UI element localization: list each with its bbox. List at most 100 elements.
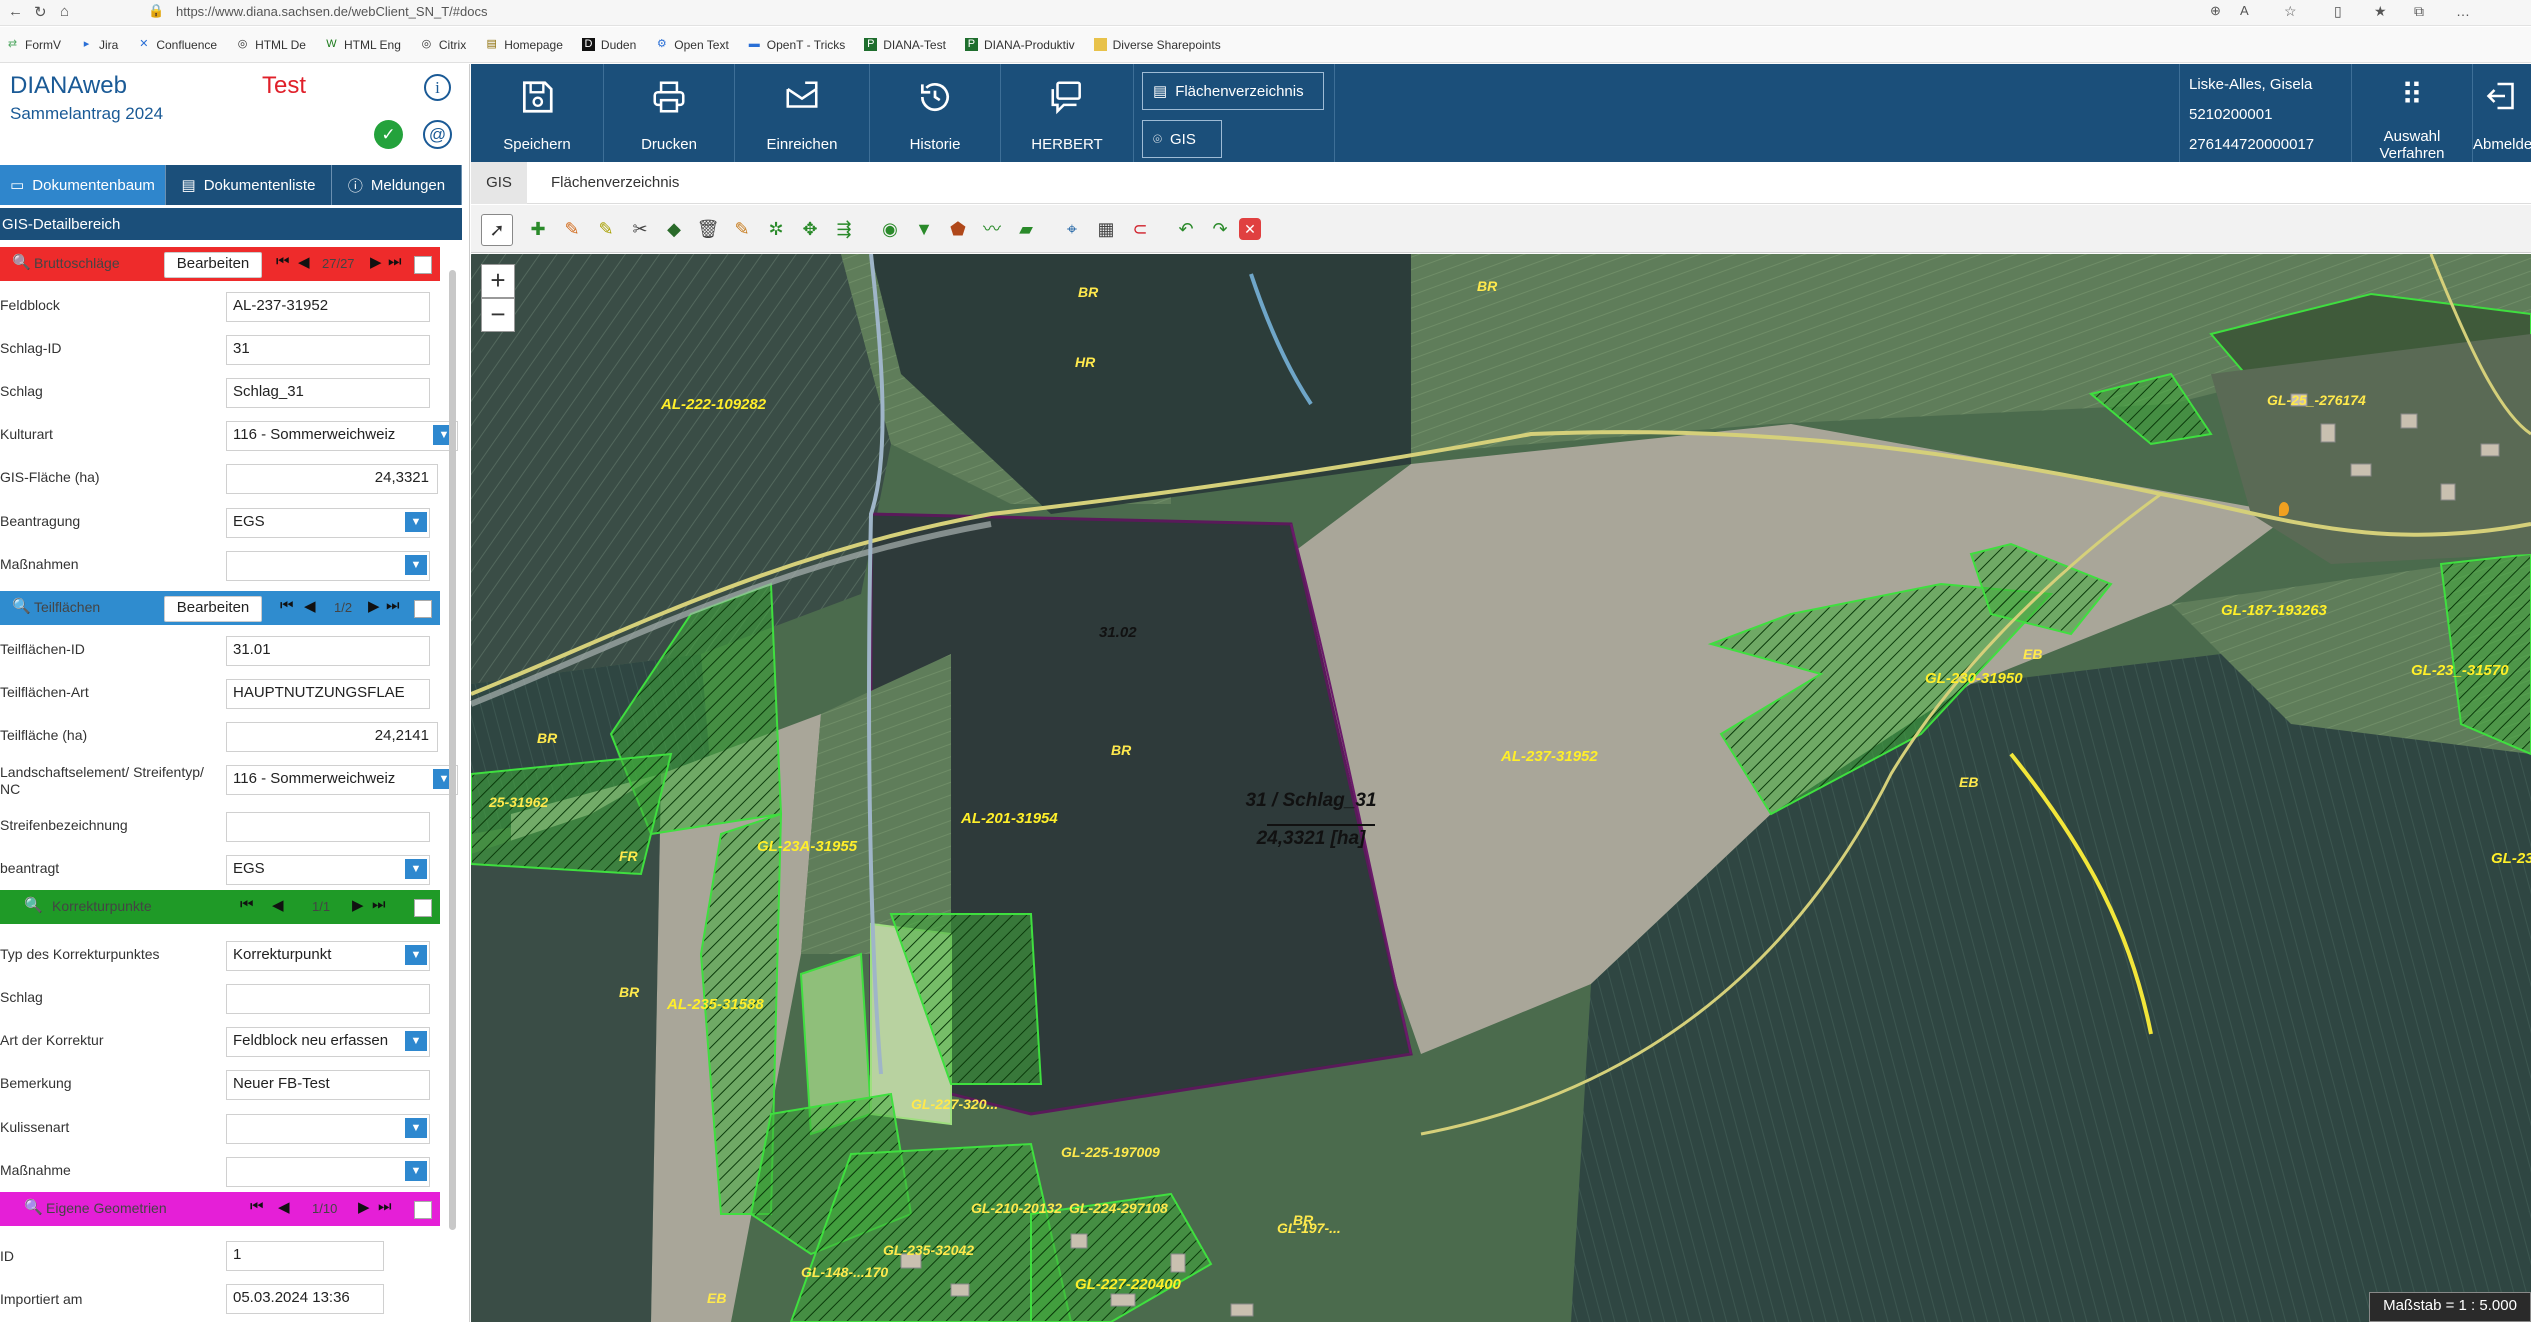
kulissenart-select[interactable]: ▼ [226, 1114, 430, 1144]
submit-button[interactable]: Einreichen [735, 64, 870, 162]
kulturart-select[interactable]: 116 - Sommerweichweiz ▼ [226, 421, 458, 451]
chevron-down-icon[interactable]: ▼ [405, 1031, 427, 1051]
bookmark[interactable]: ◎ HTML De [236, 38, 306, 52]
next-record-icon[interactable]: ▶ [352, 896, 364, 914]
prev-record-icon[interactable]: ◀ [298, 253, 310, 271]
line-icon[interactable]: 〰 [977, 214, 1007, 244]
next-record-icon[interactable]: ▶ [368, 597, 380, 615]
herbert-button[interactable]: HERBERT [1001, 64, 1134, 162]
check-icon[interactable]: ✓ [374, 120, 403, 149]
delete-icon[interactable]: 🗑 [693, 214, 723, 244]
bookmark[interactable]: ✕ Confluence [137, 38, 217, 52]
merge-icon[interactable]: ◆ [659, 214, 689, 244]
bookmark[interactable]: ◎ Citrix [420, 38, 467, 52]
select-all-checkbox[interactable] [414, 600, 432, 618]
massnahme-select[interactable]: ▼ [226, 1157, 430, 1187]
split-view-icon[interactable]: ▯ [2334, 3, 2342, 20]
auswahl-verfahren-button[interactable]: ⠿ Auswahl Verfahren [2351, 64, 2473, 162]
prev-record-icon[interactable]: ◀ [272, 896, 284, 914]
edit-button[interactable]: Bearbeiten [164, 252, 262, 278]
prev-record-icon[interactable]: ◀ [278, 1198, 290, 1216]
bookmark[interactable]: ⚙ Open Text [655, 38, 729, 52]
table-icon[interactable]: ▦ [1091, 214, 1121, 244]
geometry-id-field[interactable]: 1 [226, 1241, 384, 1271]
last-record-icon[interactable]: ⏭ [388, 253, 402, 270]
last-record-icon[interactable]: ⏭ [378, 1198, 392, 1215]
first-record-icon[interactable]: ⏮ [240, 896, 254, 913]
first-record-icon[interactable]: ⏮ [250, 1198, 264, 1215]
beantragung-select[interactable]: EGS ▼ [226, 508, 430, 538]
search-icon[interactable]: 🔍 [12, 253, 31, 271]
zoom-in-button[interactable]: + [481, 264, 515, 298]
bookmark[interactable]: P DIANA-Test [864, 38, 946, 52]
favorite-icon[interactable]: ☆ [2284, 3, 2297, 20]
history-button[interactable]: Historie [870, 64, 1001, 162]
prev-record-icon[interactable]: ◀ [304, 597, 316, 615]
teilflaeche-area-field[interactable]: 24,2141 [226, 722, 438, 752]
print-button[interactable]: Drucken [604, 64, 735, 162]
teilflaechen-art-field[interactable]: HAUPTNUTZUNGSFLAE [226, 679, 430, 709]
tab-dokumentenbaum[interactable]: ▭ Dokumentenbaum [0, 165, 166, 205]
chevron-down-icon[interactable]: ▼ [405, 859, 427, 879]
email-icon[interactable]: @ [423, 120, 452, 149]
add-geometry-icon[interactable]: ✚ [523, 214, 553, 244]
bookmark[interactable]: ▤ Homepage [485, 38, 563, 52]
breadcrumb-flaechenverzeichnis[interactable]: Flächenverzeichnis [551, 162, 679, 204]
back-icon[interactable]: ← [8, 3, 23, 20]
move-icon[interactable]: ✥ [795, 214, 825, 244]
tab-dokumentenliste[interactable]: ▤ Dokumentenliste [166, 165, 332, 205]
chevron-down-icon[interactable]: ▼ [405, 945, 427, 965]
save-button[interactable]: Speichern [471, 64, 604, 162]
bookmark[interactable]: ⇄ FormV [6, 38, 61, 52]
search-icon[interactable]: 🔍 [24, 1198, 43, 1216]
cut-icon[interactable]: ✂ [625, 214, 655, 244]
bookmark[interactable]: ▬ OpenT - Tricks [748, 38, 845, 52]
last-record-icon[interactable]: ⏭ [372, 896, 386, 913]
measure-icon[interactable]: ⌖ [1057, 214, 1087, 244]
favorites-icon[interactable]: ★ [2374, 3, 2387, 20]
zoom-icon[interactable]: ⊕ [2210, 3, 2221, 19]
chevron-down-icon[interactable]: ▼ [405, 555, 427, 575]
area-icon[interactable]: ▰ [1011, 214, 1041, 244]
select-all-checkbox[interactable] [414, 1201, 432, 1219]
flaechenverzeichnis-button[interactable]: ▤ Flächenverzeichnis [1142, 72, 1324, 110]
bookmark[interactable]: D Duden [581, 38, 636, 52]
map-canvas[interactable]: + − AL-222-109282 AL-237-31952 AL-201-31… [471, 254, 2531, 1322]
last-record-icon[interactable]: ⏭ [386, 597, 400, 614]
more-icon[interactable]: … [2456, 3, 2470, 19]
select-pointer-icon[interactable]: ➚ [481, 214, 513, 246]
bookmark[interactable]: P DIANA-Produktiv [964, 38, 1075, 52]
logout-button[interactable]: Abmelden [2473, 64, 2531, 162]
zoom-out-button[interactable]: − [481, 298, 515, 332]
art-der-korrektur-select[interactable]: Feldblock neu erfassen ▼ [226, 1027, 430, 1057]
map-marker-icon[interactable] [2279, 502, 2289, 516]
bookmark-folder[interactable]: ▪ Diverse Sharepoints [1093, 38, 1221, 52]
importiert-am-field[interactable]: 05.03.2024 13:36 [226, 1284, 384, 1314]
cancel-icon[interactable]: ✕ [1239, 218, 1261, 240]
polygon-icon[interactable]: ⬟ [943, 214, 973, 244]
select-all-checkbox[interactable] [414, 256, 432, 274]
bookmark[interactable]: W HTML Eng [325, 38, 401, 52]
vertex-edit-icon[interactable]: ✎ [727, 214, 757, 244]
search-icon[interactable]: 🔍 [24, 896, 43, 914]
search-icon[interactable]: 🔍 [12, 597, 31, 615]
layer-icon[interactable]: ◉ [875, 214, 905, 244]
bookmark[interactable]: ▸ Jira [80, 38, 119, 52]
next-record-icon[interactable]: ▶ [370, 253, 382, 271]
chevron-down-icon[interactable]: ▼ [405, 512, 427, 532]
undo-icon[interactable]: ↶ [1171, 214, 1201, 244]
home-icon[interactable]: ⌂ [60, 3, 69, 20]
layer-down-icon[interactable]: ▼ [909, 214, 939, 244]
redo-icon[interactable]: ↷ [1205, 214, 1235, 244]
chevron-down-icon[interactable]: ▼ [405, 1118, 427, 1138]
draw-icon[interactable]: ✎ [591, 214, 621, 244]
info-icon[interactable]: i [424, 74, 451, 101]
read-aloud-icon[interactable]: A [2240, 3, 2249, 18]
korrekturpunkt-typ-select[interactable]: Korrekturpunkt ▼ [226, 941, 430, 971]
tab-meldungen[interactable]: ⓘ Meldungen [332, 165, 462, 205]
collections-icon[interactable]: ⧉ [2414, 3, 2424, 20]
first-record-icon[interactable]: ⏮ [276, 253, 290, 270]
url-field[interactable]: https://www.diana.sachsen.de/webClient_S… [176, 4, 487, 19]
next-record-icon[interactable]: ▶ [358, 1198, 370, 1216]
korrektur-schlag-field[interactable] [226, 984, 430, 1014]
